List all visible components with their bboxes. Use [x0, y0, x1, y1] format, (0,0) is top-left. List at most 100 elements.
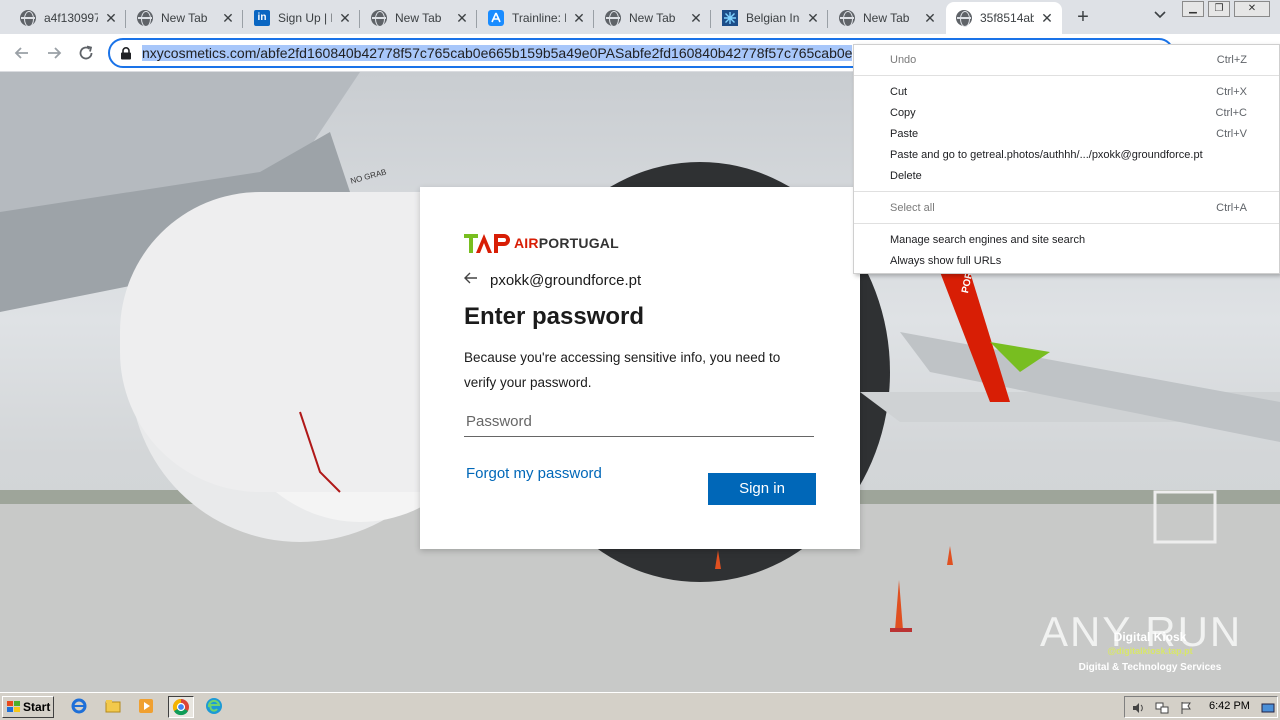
tab-title: New Tab: [161, 11, 208, 25]
menu-item-label: Paste: [890, 128, 919, 140]
forward-button[interactable]: [42, 41, 66, 65]
password-field[interactable]: [464, 407, 814, 437]
brand-text-portugal: PORTUGAL: [538, 235, 619, 251]
menu-item-select-all[interactable]: Select all Ctrl+A: [854, 198, 1279, 219]
tab-title: Trainline: Bu: [512, 11, 566, 25]
snowflake-icon: [722, 10, 738, 26]
browser-tab[interactable]: New Tab ✕: [829, 2, 945, 34]
browser-tab[interactable]: New Tab ✕: [127, 2, 243, 34]
tap-logo-icon: [464, 234, 510, 253]
tab-close-icon[interactable]: ✕: [572, 11, 586, 25]
menu-item-shortcut: Ctrl+V: [1216, 128, 1247, 140]
forgot-password-link[interactable]: Forgot my password: [466, 465, 602, 482]
menu-item-delete[interactable]: Delete: [854, 166, 1279, 187]
system-tray: 6:42 PM: [1124, 696, 1278, 718]
globe-icon: [605, 10, 621, 27]
browser-tab[interactable]: Trainline: Bu ✕: [478, 2, 594, 34]
start-label: Start: [23, 700, 51, 714]
restore-button[interactable]: ❐: [1208, 1, 1230, 17]
browser-tab-active[interactable]: 35f8514ab ✕: [946, 2, 1062, 34]
tab-strip: a4f130997 ✕ New Tab ✕ in Sign Up | Li ✕ …: [0, 0, 1280, 34]
start-button[interactable]: Start: [2, 696, 54, 718]
menu-item-show-full-urls[interactable]: Always show full URLs: [854, 251, 1279, 272]
new-tab-button[interactable]: +: [1072, 6, 1094, 28]
speaker-icon[interactable]: [1131, 701, 1145, 715]
tab-search-button[interactable]: [1150, 8, 1170, 26]
chevron-down-icon: [1154, 11, 1166, 19]
show-desktop-icon[interactable]: [1261, 701, 1275, 715]
tab-close-icon[interactable]: ✕: [689, 11, 703, 25]
menu-item-shortcut: Ctrl+C: [1215, 107, 1247, 119]
taskbar-clock[interactable]: 6:42 PM: [1209, 700, 1250, 712]
kiosk-sign: Digital Kiosk @digitalkiosk.tap.pt Digit…: [1060, 630, 1240, 673]
tab-close-icon[interactable]: ✕: [338, 11, 352, 25]
explorer-icon[interactable]: [104, 697, 124, 717]
chrome-icon[interactable]: [168, 696, 194, 718]
browser-tab[interactable]: a4f130997 ✕: [10, 2, 126, 34]
tab-title: 35f8514ab: [980, 11, 1034, 25]
login-dialog: AIRPORTUGAL pxokk@groundforce.pt Enter p…: [420, 187, 860, 549]
menu-item-label: Always show full URLs: [890, 255, 1002, 267]
globe-icon: [371, 10, 387, 27]
kiosk-subtitle: Digital & Technology Services: [1078, 662, 1222, 673]
network-icon[interactable]: [1155, 701, 1169, 715]
menu-item-shortcut: Ctrl+A: [1216, 202, 1247, 214]
menu-item-label: Copy: [890, 107, 916, 119]
linkedin-icon: in: [254, 10, 270, 26]
back-arrow-icon: [14, 47, 28, 59]
globe-icon: [137, 10, 153, 27]
menu-item-label: Select all: [890, 202, 935, 214]
back-button[interactable]: [10, 41, 34, 65]
menu-item-label: Cut: [890, 86, 908, 98]
tab-title: New Tab: [863, 11, 910, 25]
page-title: Enter password: [464, 303, 645, 330]
minimize-button[interactable]: ▁: [1182, 1, 1204, 17]
menu-item-shortcut: Ctrl+Z: [1216, 54, 1247, 66]
action-center-flag-icon[interactable]: [1179, 701, 1193, 715]
edge-icon[interactable]: [205, 697, 225, 717]
menu-item-label: Paste and go to getreal.photos/authhh/..…: [890, 149, 1203, 161]
reload-icon: [79, 45, 93, 60]
forward-arrow-icon: [48, 47, 62, 59]
menu-item-shortcut: Ctrl+X: [1216, 86, 1247, 98]
ie-icon[interactable]: [70, 697, 90, 717]
context-menu: Undo Ctrl+Z Cut Ctrl+X Copy Ctrl+C Paste…: [853, 44, 1280, 274]
identity-email: pxokk@groundforce.pt: [490, 271, 642, 289]
tab-title: a4f130997: [44, 11, 98, 25]
menu-item-undo[interactable]: Undo Ctrl+Z: [854, 50, 1279, 71]
browser-tab[interactable]: Belgian Inc ✕: [712, 2, 828, 34]
menu-item-label: Manage search engines and site search: [890, 234, 1086, 246]
globe-icon: [956, 10, 972, 27]
menu-item-paste[interactable]: Paste Ctrl+V: [854, 124, 1279, 145]
tab-close-icon[interactable]: ✕: [104, 11, 118, 25]
browser-tab[interactable]: New Tab ✕: [595, 2, 711, 34]
menu-item-label: Undo: [890, 54, 917, 66]
menu-item-paste-and-go[interactable]: Paste and go to getreal.photos/authhh/..…: [854, 145, 1279, 166]
tab-close-icon[interactable]: ✕: [1040, 11, 1054, 25]
tab-close-icon[interactable]: ✕: [806, 11, 820, 25]
globe-icon: [20, 10, 36, 27]
taskbar: Start 6:42 PM: [0, 692, 1280, 720]
windows-flag-icon: [7, 701, 20, 712]
menu-item-manage-search-engines[interactable]: Manage search engines and site search: [854, 230, 1279, 251]
browser-tab[interactable]: in Sign Up | Li ✕: [244, 2, 360, 34]
tab-close-icon[interactable]: ✕: [455, 11, 469, 25]
menu-item-cut[interactable]: Cut Ctrl+X: [854, 82, 1279, 103]
sign-in-button[interactable]: Sign in: [708, 473, 816, 505]
brand-text-air: AIR: [514, 235, 539, 251]
description-text: Because you're accessing sensitive info,…: [464, 350, 781, 390]
tab-close-icon[interactable]: ✕: [221, 11, 235, 25]
url-text[interactable]: nxycosmetics.com/abfe2fd160840b42778f57c…: [142, 45, 853, 61]
lock-icon: [121, 47, 131, 60]
tab-close-icon[interactable]: ✕: [923, 11, 937, 25]
window-close-button[interactable]: ✕: [1234, 1, 1270, 17]
menu-item-copy[interactable]: Copy Ctrl+C: [854, 103, 1279, 124]
tab-title: New Tab: [629, 11, 676, 25]
kiosk-title: Digital Kiosk: [1113, 630, 1187, 644]
kiosk-url: @digitalkiosk.tap.pt: [1107, 646, 1193, 656]
reload-button[interactable]: [74, 41, 98, 65]
media-player-icon[interactable]: [137, 697, 157, 717]
identity-banner[interactable]: pxokk@groundforce.pt: [464, 271, 816, 289]
browser-tab[interactable]: New Tab ✕: [361, 2, 477, 34]
back-arrow-icon[interactable]: [464, 271, 482, 289]
